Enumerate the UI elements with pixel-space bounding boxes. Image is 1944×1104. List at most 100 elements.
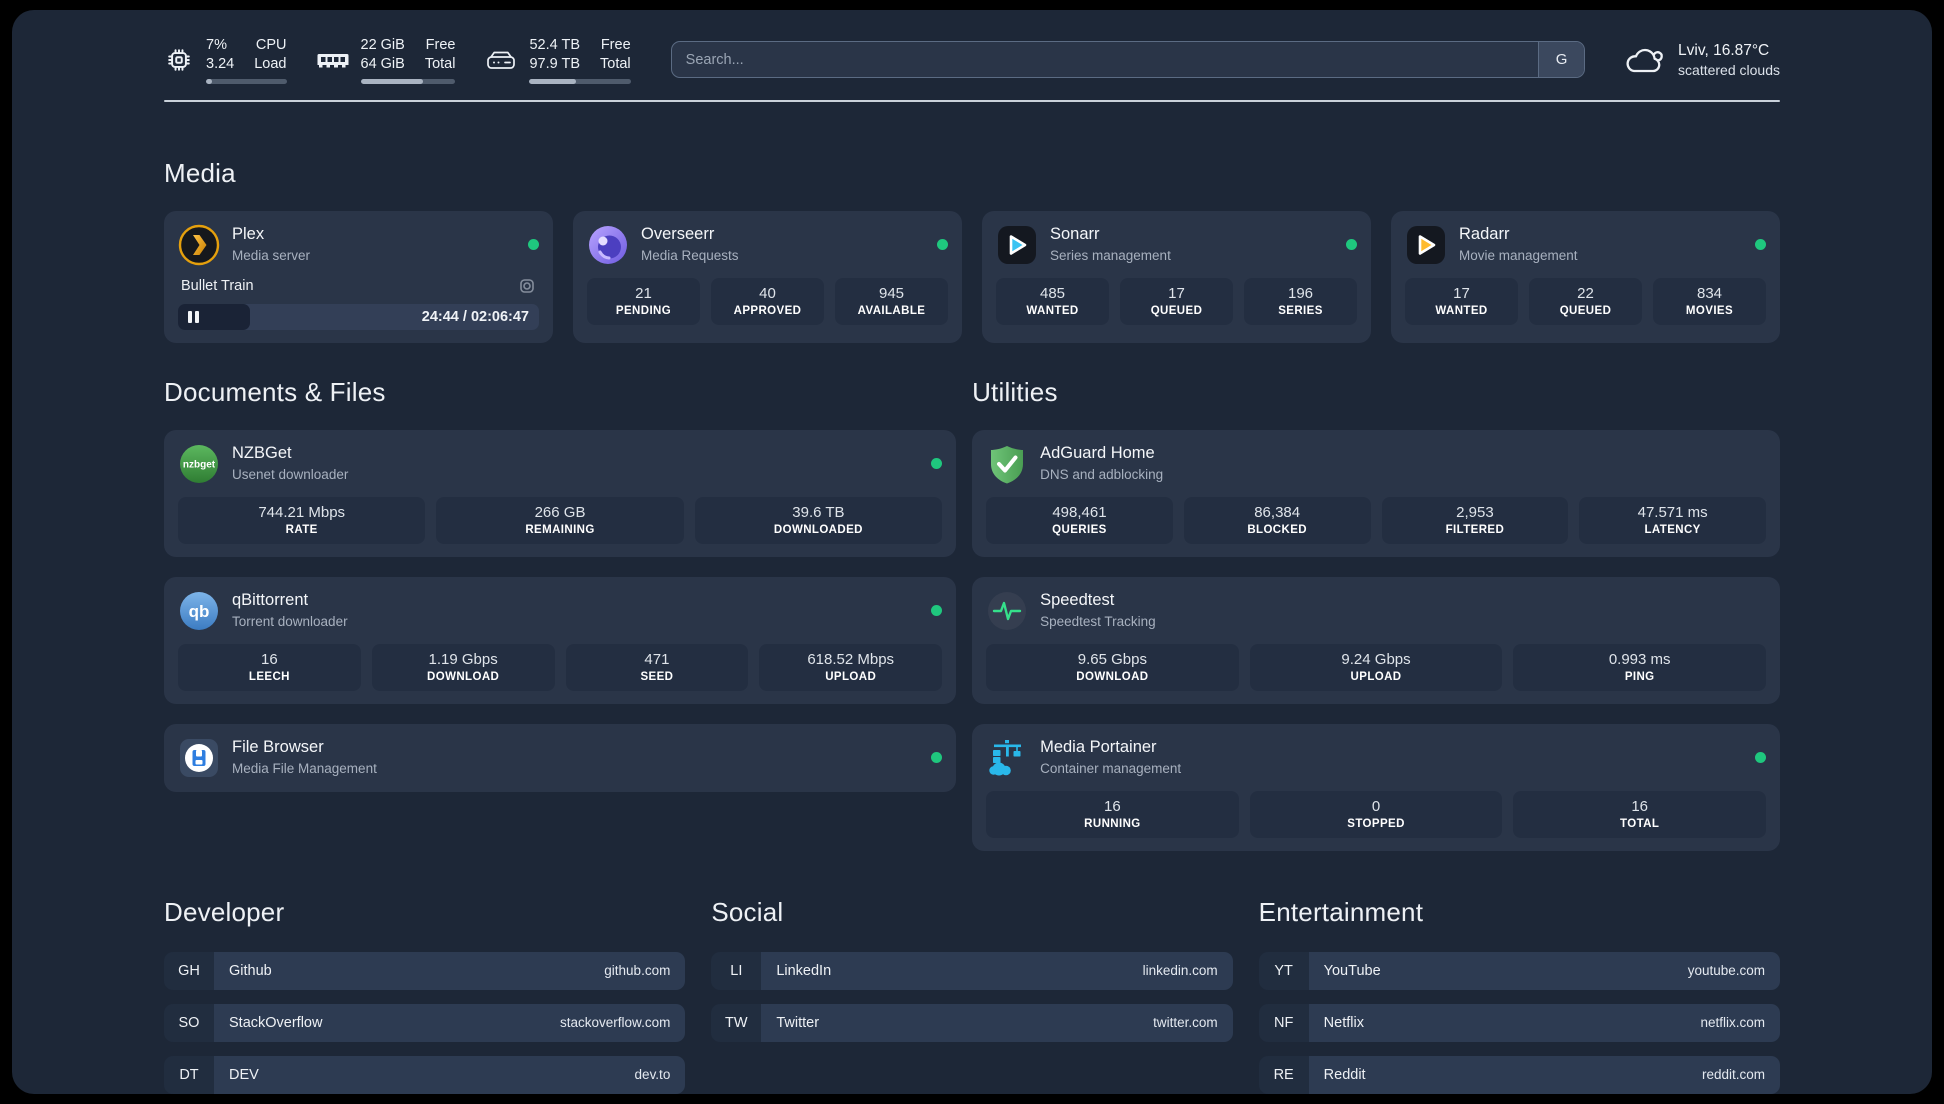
app-name: AdGuard Home (1040, 444, 1155, 463)
link-linkedin[interactable]: LI LinkedIn linkedin.com (711, 951, 1233, 990)
stat-value: 834 (1696, 284, 1723, 302)
memory-free-label: Free (425, 37, 456, 53)
stat-box: 47.571 ms LATENCY (1579, 496, 1766, 544)
stat-value: 2,953 (1456, 503, 1494, 521)
plex-card[interactable]: Plex Media server Bullet Train 24:44 / 0… (164, 210, 553, 343)
status-online-dot (931, 458, 943, 470)
social-links-section: Social LI LinkedIn linkedin.com TW Twitt… (711, 896, 1233, 1056)
memory-total-value: 64 GiB (360, 55, 405, 72)
overseerr-card[interactable]: Overseerr Media Requests 21 PENDING 40 A… (573, 210, 962, 343)
app-subtitle: Series management (1050, 247, 1171, 263)
link-stackoverflow[interactable]: SO StackOverflow stackoverflow.com (164, 1003, 686, 1042)
link-abbr: YT (1258, 951, 1309, 990)
speedtest-card[interactable]: Speedtest Speedtest Tracking 9.65 Gbps D… (972, 576, 1780, 704)
app-name: Speedtest (1040, 591, 1115, 610)
stat-value: 266 GB (534, 503, 586, 521)
link-dev[interactable]: DT DEV dev.to (164, 1055, 686, 1094)
stat-box: 1.19 Gbps DOWNLOAD (371, 643, 555, 691)
sonarr-card[interactable]: Sonarr Series management 485 WANTED 17 Q… (982, 210, 1371, 343)
cpu-progress-fill (206, 78, 212, 84)
weather-location-temp: Lviv, 16.87°C (1678, 41, 1770, 59)
link-abbr: RE (1258, 1055, 1309, 1094)
stat-value: 1.19 Gbps (428, 650, 498, 668)
stat-label: AVAILABLE (857, 304, 926, 317)
storage-icon (485, 47, 517, 73)
adguard-icon (986, 443, 1028, 485)
app-name: Sonarr (1050, 225, 1100, 244)
link-abbr: TW (711, 1003, 762, 1042)
stat-box: 17 QUEUED (1120, 277, 1233, 325)
storage-total-value: 97.9 TB (529, 55, 581, 72)
stat-box: 196 SERIES (1244, 277, 1357, 325)
link-github[interactable]: GH Github github.com (164, 951, 686, 990)
stat-label: QUERIES (1052, 523, 1107, 536)
stat-value: 498,461 (1052, 503, 1107, 521)
stat-box: 16 TOTAL (1513, 790, 1766, 838)
stat-box: 39.6 TB DOWNLOADED (694, 496, 943, 544)
stat-box: 22 QUEUED (1529, 277, 1642, 325)
stat-label: SEED (640, 670, 674, 683)
app-subtitle: Speedtest Tracking (1040, 613, 1156, 629)
app-subtitle: Usenet downloader (232, 466, 349, 482)
stat-label: BLOCKED (1247, 523, 1307, 536)
link-reddit[interactable]: RE Reddit reddit.com (1258, 1055, 1780, 1094)
link-abbr: LI (711, 951, 762, 990)
link-name: LinkedIn (776, 962, 832, 979)
filebrowser-icon (178, 737, 220, 779)
stat-label: REMAINING (525, 523, 595, 536)
link-netflix[interactable]: NF Netflix netflix.com (1258, 1003, 1780, 1042)
media-settings-icon[interactable] (518, 277, 536, 295)
search-bar: G (670, 41, 1586, 79)
adguard-card[interactable]: AdGuard Home DNS and adblocking 498,461 … (972, 429, 1780, 557)
stat-value: 16 (1104, 797, 1121, 815)
plex-icon (178, 224, 220, 266)
cpu-label: CPU (255, 37, 287, 53)
qbittorrent-card[interactable]: qb qBittorrent Torrent downloader 16 LEE… (164, 576, 957, 704)
app-name: File Browser (232, 738, 324, 757)
stat-box: 834 MOVIES (1653, 277, 1766, 325)
status-online-dot (1346, 239, 1357, 251)
pause-icon[interactable] (188, 310, 199, 323)
app-subtitle: Movie management (1459, 247, 1578, 263)
stat-box: 266 GB REMAINING (436, 496, 684, 544)
stat-box: 471 SEED (565, 643, 749, 691)
stat-box: 485 WANTED (996, 277, 1109, 325)
storage-total-label: Total (600, 55, 631, 72)
section-title-utilities: Utilities (972, 376, 1058, 407)
search-input[interactable] (670, 41, 1586, 79)
storage-progress-fill (529, 78, 577, 84)
link-url: linkedin.com (1142, 963, 1218, 979)
app-subtitle: DNS and adblocking (1040, 466, 1164, 482)
cpu-load-label: Load (254, 55, 287, 72)
memory-icon (317, 48, 349, 72)
stat-box: 21 PENDING (587, 277, 700, 325)
link-name: Twitter (776, 1014, 820, 1031)
app-name: Plex (232, 225, 265, 244)
link-name: StackOverflow (229, 1014, 323, 1031)
portainer-card[interactable]: Media Portainer Container management 16 … (972, 723, 1780, 851)
section-title-documents: Documents & Files (164, 376, 386, 407)
memory-progress-bar (360, 78, 456, 84)
section-title-developer: Developer (164, 896, 285, 927)
status-online-dot (931, 752, 943, 764)
link-youtube[interactable]: YT YouTube youtube.com (1258, 951, 1780, 990)
search-engine-button[interactable]: G (1538, 42, 1585, 78)
stat-label: SERIES (1278, 304, 1323, 317)
stat-value: 39.6 TB (792, 503, 845, 521)
radarr-card[interactable]: Radarr Movie management 17 WANTED 22 QUE… (1391, 210, 1780, 343)
status-online-dot (1755, 239, 1766, 251)
stat-value: 744.21 Mbps (258, 503, 346, 521)
section-title-social: Social (711, 896, 784, 927)
system-stats: 7% 3.24 CPU Load 22 GiB 64 GiB Free Tota… (164, 36, 631, 84)
link-name: Github (229, 962, 272, 979)
link-twitter[interactable]: TW Twitter twitter.com (711, 1003, 1233, 1042)
sonarr-icon (996, 224, 1038, 266)
stat-value: 21 (635, 284, 652, 302)
cpu-icon (164, 45, 194, 75)
app-subtitle: Torrent downloader (232, 613, 348, 629)
filebrowser-card[interactable]: File Browser Media File Management (164, 723, 957, 792)
playback-progress-bar[interactable]: 24:44 / 02:06:47 (178, 303, 539, 330)
stat-label: QUEUED (1150, 304, 1203, 317)
status-online-dot (528, 239, 539, 251)
nzbget-card[interactable]: nzbget NZBGet Usenet downloader 744.21 M… (164, 429, 957, 557)
